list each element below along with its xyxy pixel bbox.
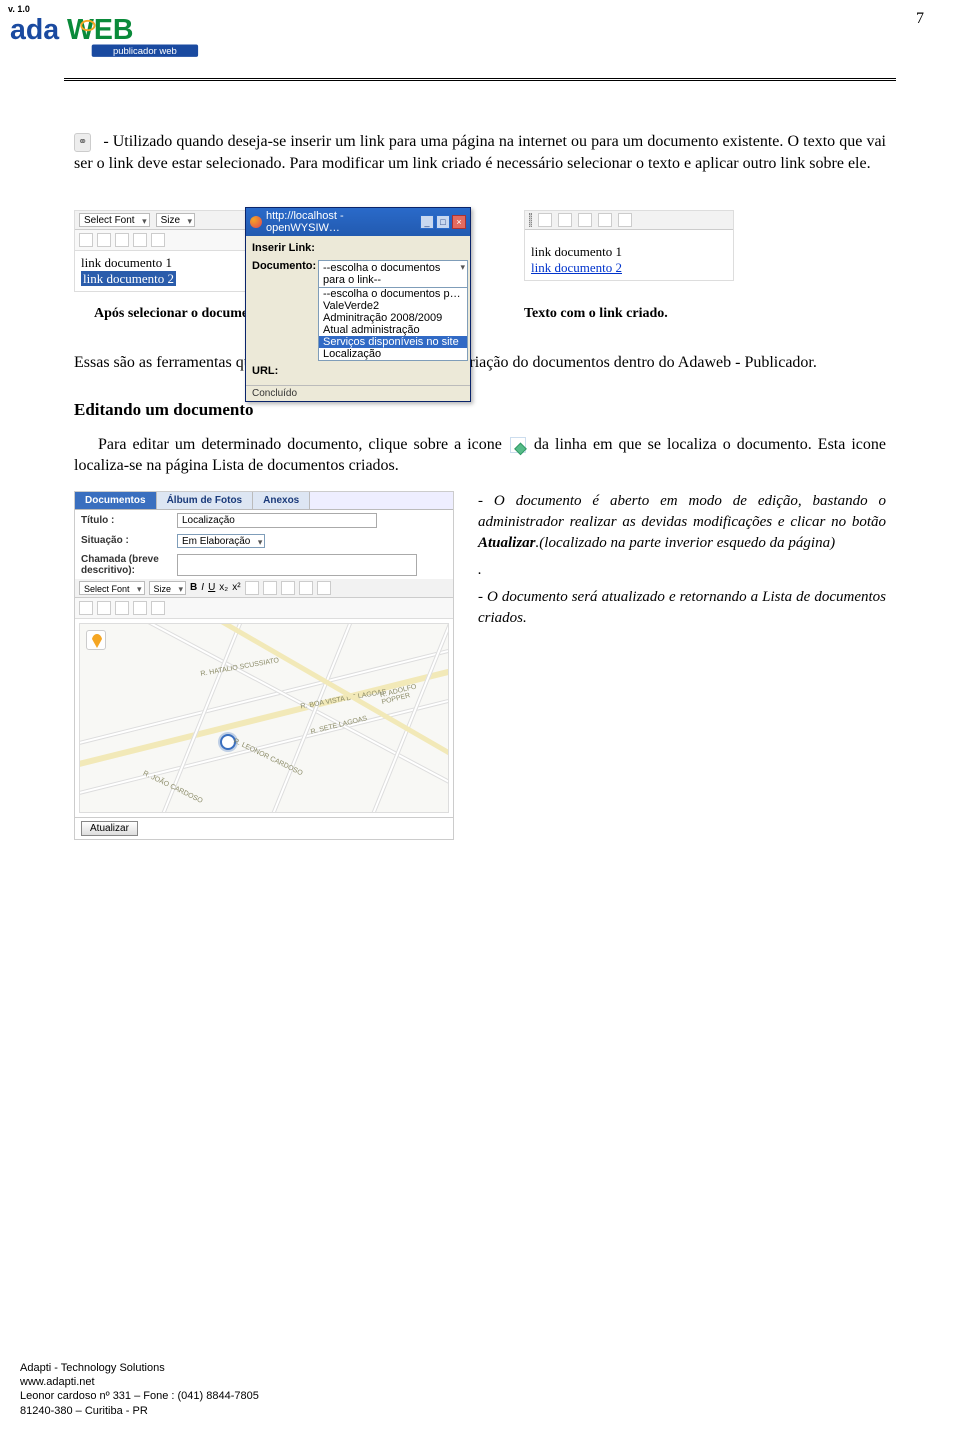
grid-icon[interactable] xyxy=(97,233,111,247)
situacao-select[interactable]: Em Elaboração xyxy=(177,534,265,548)
sub-icon[interactable]: x₂ xyxy=(219,582,228,593)
chain-link-icon: ⚭ xyxy=(74,133,91,152)
copy-icon[interactable] xyxy=(133,233,147,247)
footer-zip: 81240-380 – Curitiba - PR xyxy=(20,1404,259,1418)
dropdown-item-selected[interactable]: Serviços disponíveis no site xyxy=(319,336,467,348)
bold-icon[interactable]: B xyxy=(190,582,197,593)
screenshot-edit-document: Documentos Álbum de Fotos Anexos Título … xyxy=(74,491,454,840)
atualizar-button[interactable]: Atualizar xyxy=(81,821,138,836)
header-rule xyxy=(64,78,896,81)
page-number: 7 xyxy=(916,10,924,28)
svg-text:WEB: WEB xyxy=(67,14,134,46)
dropdown-list: --escolha o documentos para o link-- Val… xyxy=(319,287,467,360)
copy-icon[interactable] xyxy=(133,601,147,615)
outdent-icon[interactable] xyxy=(299,581,313,595)
footer-url: www.adapti.net xyxy=(20,1375,259,1389)
brand-logo: adaWEB publicador web xyxy=(10,12,200,60)
result-toolbar xyxy=(525,211,733,230)
dropdown-item[interactable]: --escolha o documentos para o link-- xyxy=(319,288,467,300)
richtext-toolbar2 xyxy=(75,598,453,619)
grip-icon xyxy=(529,213,532,227)
titulo-input[interactable]: Localização xyxy=(177,513,377,528)
paste-icon[interactable] xyxy=(618,213,632,227)
table-icon[interactable] xyxy=(79,601,93,615)
dialog-titlebar[interactable]: http://localhost - openWYSIW… _ □ × xyxy=(246,208,470,236)
situacao-label: Situação : xyxy=(81,535,171,546)
dialog-heading: Inserir Link: xyxy=(252,242,464,254)
cut-icon[interactable] xyxy=(578,213,592,227)
maximize-icon[interactable]: □ xyxy=(436,215,450,229)
insert-link-dialog: http://localhost - openWYSIW… _ □ × Inse… xyxy=(245,207,471,402)
doc-label: Documento: xyxy=(252,260,312,272)
richtext-toolbar: Select Font Size B I U x₂ x² xyxy=(75,579,453,598)
caption-b: Texto com o link criado. xyxy=(524,306,734,322)
editor-selected-text: link documento 2 xyxy=(81,271,176,286)
doc-dropdown[interactable]: --escolha o documentos para o link-- --e… xyxy=(318,260,468,361)
rt-size-select[interactable]: Size xyxy=(149,581,187,595)
tab-documentos[interactable]: Documentos xyxy=(75,492,157,509)
dialog-status: Concluído xyxy=(246,385,470,401)
sup-icon[interactable]: x² xyxy=(232,582,240,593)
align-left-icon[interactable] xyxy=(245,581,259,595)
titulo-label: Título : xyxy=(81,515,171,526)
firefox-icon xyxy=(250,216,262,228)
page-footer: Adapti - Technology Solutions www.adapti… xyxy=(20,1361,259,1418)
grid-icon[interactable] xyxy=(97,601,111,615)
paste-icon[interactable] xyxy=(151,601,165,615)
edit-paragraph: Para editar um determinado documento, cl… xyxy=(74,434,886,477)
table-icon[interactable] xyxy=(538,213,552,227)
dropdown-selected[interactable]: --escolha o documentos para o link-- xyxy=(319,261,467,287)
cut-icon[interactable] xyxy=(115,233,129,247)
chamada-label: Chamada (breve descritivo): xyxy=(81,554,171,576)
copy-icon[interactable] xyxy=(598,213,612,227)
result-link[interactable]: link documento 2 xyxy=(531,260,622,275)
screenshot-result: link documento 1 link documento 2 xyxy=(524,210,734,281)
org-marker-icon xyxy=(86,630,106,650)
list-ol-icon[interactable] xyxy=(281,581,295,595)
cut-icon[interactable] xyxy=(115,601,129,615)
edit-tabs: Documentos Álbum de Fotos Anexos xyxy=(75,492,453,510)
dropdown-item[interactable]: ValeVerde2 xyxy=(319,300,467,312)
size-select[interactable]: Size xyxy=(156,213,195,227)
section-heading: Editando um documento xyxy=(74,400,886,420)
rt-font-select[interactable]: Select Font xyxy=(79,581,145,595)
side-notes: - O documento é aberto em modo de edição… xyxy=(478,491,886,635)
url-label: URL: xyxy=(252,365,312,377)
tab-album[interactable]: Álbum de Fotos xyxy=(157,492,254,509)
italic-icon[interactable]: I xyxy=(201,582,204,593)
svg-text:publicador web: publicador web xyxy=(113,46,177,57)
tab-anexos[interactable]: Anexos xyxy=(253,492,310,509)
dropdown-item[interactable]: Localização xyxy=(319,348,467,360)
close-icon[interactable]: × xyxy=(452,215,466,229)
street-label: R. JOÃO CARDOSO xyxy=(142,770,204,805)
street-label: R. BOA VISTA DE LAGOAS xyxy=(300,688,387,710)
result-line: link documento 1 xyxy=(531,244,727,260)
map-preview[interactable]: R. HATALIO SCUSSIATO R. BOA VISTA DE LAG… xyxy=(79,623,449,813)
indent-icon[interactable] xyxy=(317,581,331,595)
mid-paragraph: Essas são as ferramentas que iram auxili… xyxy=(74,352,886,374)
footer-company: Adapti - Technology Solutions xyxy=(20,1361,259,1375)
table-icon[interactable] xyxy=(79,233,93,247)
paste-icon[interactable] xyxy=(151,233,165,247)
footer-address: Leonor cardoso nº 331 – Fone : (041) 884… xyxy=(20,1389,259,1403)
minimize-icon[interactable]: _ xyxy=(420,215,434,229)
street-label: R. HATALIO SCUSSIATO xyxy=(200,657,280,678)
dropdown-item[interactable]: Adminitração 2008/2009 xyxy=(319,312,467,324)
underline-icon[interactable]: U xyxy=(208,582,215,593)
list-icon[interactable] xyxy=(263,581,277,595)
dropdown-item[interactable]: Atual administração xyxy=(319,324,467,336)
grid-icon[interactable] xyxy=(558,213,572,227)
font-select[interactable]: Select Font xyxy=(79,213,150,227)
svg-text:ada: ada xyxy=(10,14,60,46)
chamada-input[interactable] xyxy=(177,554,417,576)
dialog-title: http://localhost - openWYSIW… xyxy=(266,210,420,234)
edit-page-icon xyxy=(510,437,526,453)
intro-paragraph: ⚭ - Utilizado quando deseja-se inserir u… xyxy=(74,131,886,174)
screenshot-insert-link: Select Font Size link documento 1 link d… xyxy=(74,210,464,292)
